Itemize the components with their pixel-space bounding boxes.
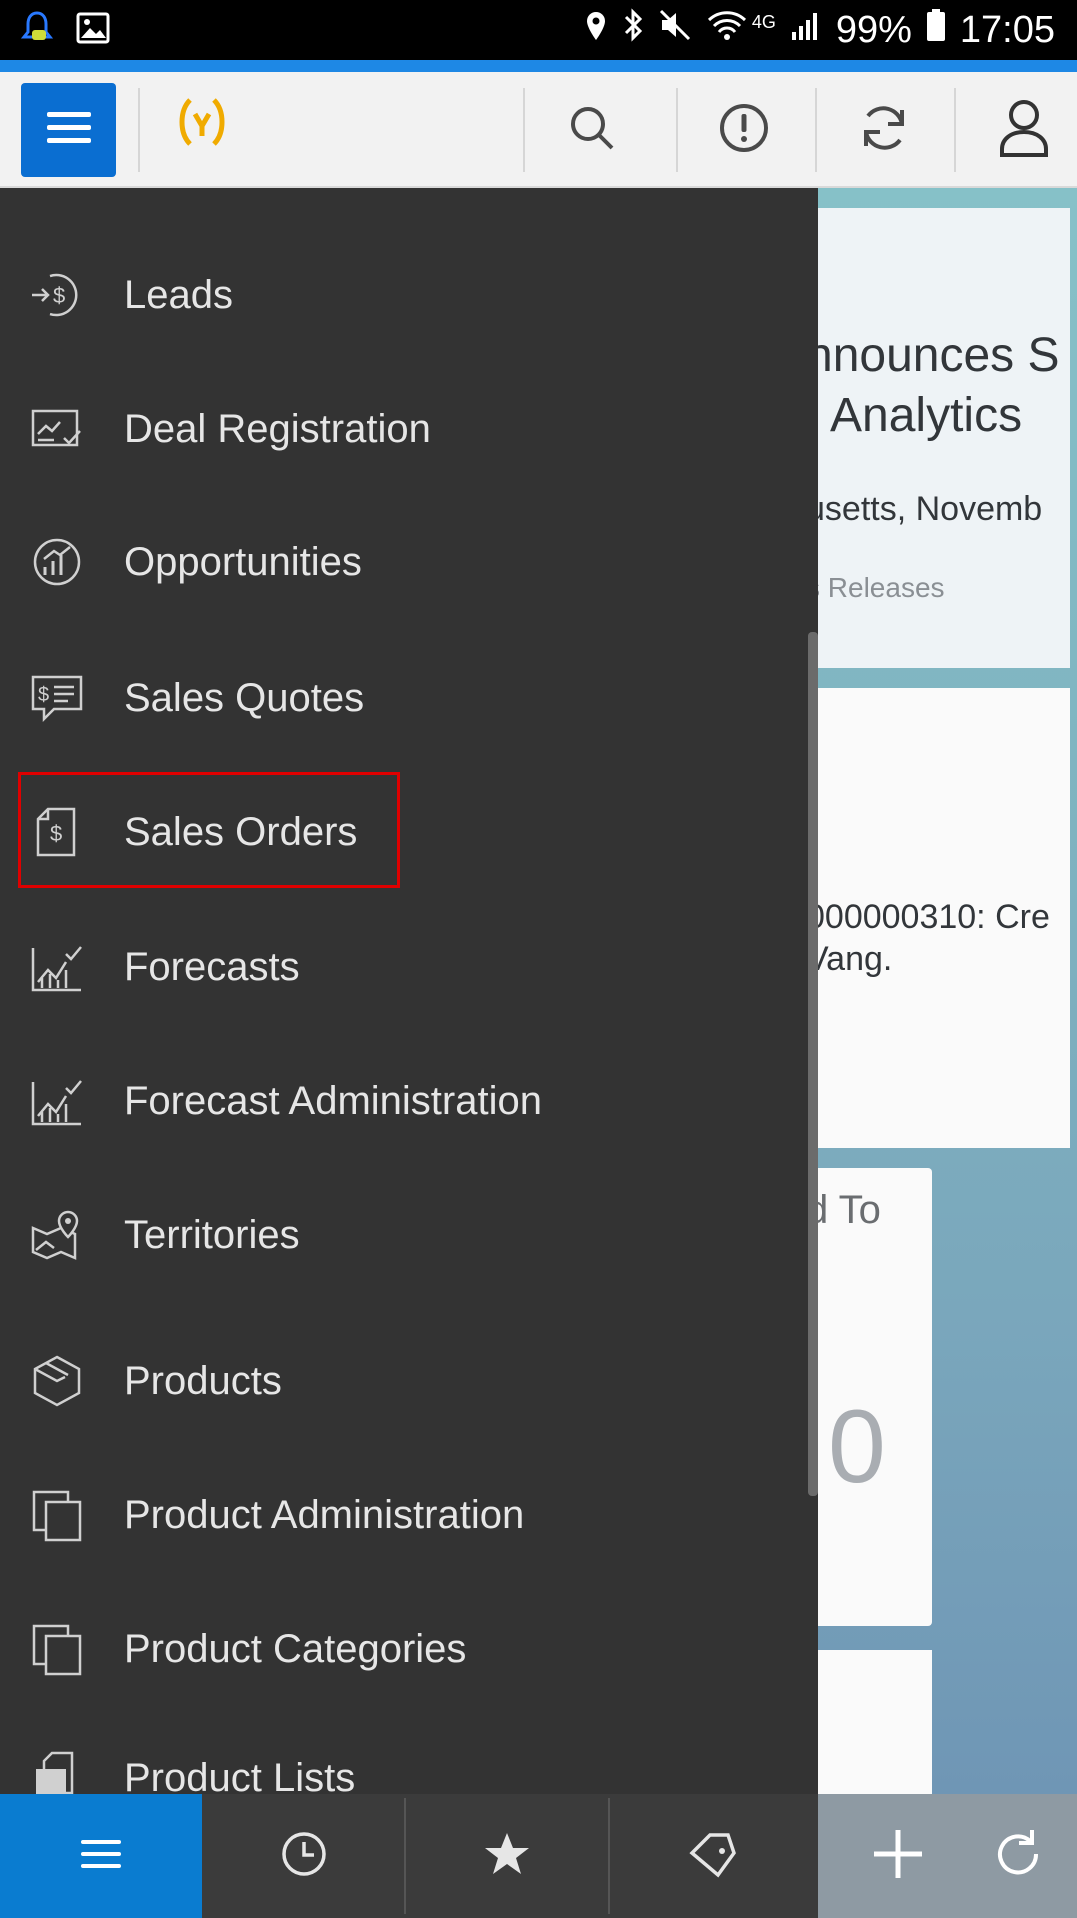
news-title-line1: nnounces S xyxy=(818,329,1060,382)
sync-icon xyxy=(858,102,910,159)
nav-item-label: Leads xyxy=(124,272,233,317)
recent-button[interactable] xyxy=(204,1794,404,1918)
nav-item-product-administration[interactable]: Product Administration xyxy=(0,1455,808,1575)
header-divider xyxy=(676,88,678,172)
profile-button[interactable] xyxy=(990,96,1058,164)
app-logo[interactable] xyxy=(178,94,226,161)
add-button[interactable] xyxy=(848,1794,948,1918)
nav-item-forecasts[interactable]: Forecasts xyxy=(0,907,808,1027)
product-categories-icon xyxy=(30,1622,84,1676)
opportunities-icon xyxy=(30,535,84,589)
alerts-button[interactable] xyxy=(710,96,778,164)
nav-item-label: Product Administration xyxy=(124,1492,525,1537)
nav-item-label: Sales Quotes xyxy=(124,675,365,720)
nav-item-sales-quotes[interactable]: $ Sales Quotes xyxy=(0,638,808,758)
favorites-button[interactable] xyxy=(406,1794,608,1918)
drawer-scrollbar[interactable] xyxy=(808,632,818,1496)
nav-item-products[interactable]: Products xyxy=(0,1321,808,1441)
status-bar: 4G 99% 17:05 xyxy=(0,0,1077,60)
news-source: s Releases xyxy=(818,572,945,603)
nav-item-leads[interactable]: $ Leads xyxy=(0,235,808,355)
tags-icon xyxy=(688,1829,738,1884)
refresh-button[interactable] xyxy=(968,1794,1068,1918)
deal-registration-icon xyxy=(30,402,84,456)
nav-item-sales-orders[interactable]: $ Sales Orders xyxy=(0,772,808,892)
bluetooth-icon xyxy=(622,8,644,52)
menu-button[interactable] xyxy=(21,83,116,177)
accent-line xyxy=(0,60,1077,72)
svg-text:$: $ xyxy=(50,821,62,846)
tags-button[interactable] xyxy=(610,1794,816,1918)
battery-icon xyxy=(926,8,946,52)
forecasts-icon xyxy=(30,940,84,994)
news-card[interactable]: nnounces S , Analytics usetts, Novemb s … xyxy=(818,208,1070,668)
alert-icon xyxy=(718,102,770,159)
svg-text:$: $ xyxy=(53,283,65,308)
kpi-title: d To xyxy=(818,1188,881,1232)
app-header xyxy=(0,72,1077,188)
signal-icon xyxy=(790,9,822,52)
search-icon xyxy=(568,104,616,157)
hamburger-icon xyxy=(45,108,93,153)
bottom-menu-button[interactable] xyxy=(0,1794,202,1918)
kpi-value: 0 xyxy=(828,1389,886,1505)
nav-item-product-lists[interactable]: Product Lists xyxy=(0,1718,808,1794)
home-content: nnounces S , Analytics usetts, Novemb s … xyxy=(818,188,1077,1794)
header-divider xyxy=(523,88,525,172)
location-icon xyxy=(584,9,608,52)
sales-quotes-icon: $ xyxy=(30,671,84,725)
navigation-drawer: $ Leads Deal Registration Opportunities … xyxy=(0,188,818,1794)
nav-item-forecast-administration[interactable]: Forecast Administration xyxy=(0,1041,808,1161)
favorites-icon xyxy=(483,1831,531,1882)
battery-percent: 99% xyxy=(835,8,912,51)
user-icon xyxy=(999,98,1049,163)
mute-icon xyxy=(658,8,692,52)
bottom-actions xyxy=(818,1794,1077,1918)
header-divider xyxy=(815,88,817,172)
nav-item-product-categories[interactable]: Product Categories xyxy=(0,1589,808,1709)
leads-icon: $ xyxy=(30,268,84,322)
header-divider xyxy=(954,88,956,172)
product-admin-icon xyxy=(30,1488,84,1542)
nav-item-territories[interactable]: Territories xyxy=(0,1175,808,1295)
network-type: 4G xyxy=(751,11,776,32)
recent-icon xyxy=(280,1830,328,1883)
nav-item-label: Forecast Administration xyxy=(124,1078,542,1123)
gallery-icon xyxy=(76,12,110,49)
activity-card[interactable]: 000000310: Cre Vang. xyxy=(818,688,1070,1148)
wifi-icon xyxy=(706,8,748,52)
news-title-line2: , Analytics xyxy=(818,389,1023,442)
tile[interactable] xyxy=(818,1650,932,1794)
nav-item-deal-registration[interactable]: Deal Registration xyxy=(0,369,808,489)
territories-icon xyxy=(30,1208,84,1262)
product-lists-icon xyxy=(30,1751,84,1794)
nav-item-label: Territories xyxy=(124,1212,300,1257)
refresh-icon xyxy=(990,1826,1046,1887)
nav-item-label: Deal Registration xyxy=(124,406,431,451)
bottom-toolbar xyxy=(0,1794,1077,1918)
activity-text-line2: Vang. xyxy=(818,940,893,978)
clock-time: 17:05 xyxy=(959,8,1055,51)
nav-item-label: Opportunities xyxy=(124,539,362,584)
search-button[interactable] xyxy=(558,96,626,164)
forecast-admin-icon xyxy=(30,1074,84,1128)
svg-text:$: $ xyxy=(38,684,49,706)
kpi-tile[interactable]: d To 0 xyxy=(818,1168,932,1626)
menu-icon xyxy=(79,1836,123,1877)
sales-orders-icon: $ xyxy=(30,805,84,859)
nav-item-label: Forecasts xyxy=(124,944,300,989)
nav-item-label: Sales Orders xyxy=(124,809,358,854)
nav-item-label: Product Lists xyxy=(124,1755,356,1795)
products-icon xyxy=(30,1354,84,1408)
activity-text-line1: 000000310: Cre xyxy=(818,898,1050,936)
notification-app-icon xyxy=(20,10,54,51)
news-subtitle: usetts, Novemb xyxy=(818,490,1043,528)
nav-item-opportunities[interactable]: Opportunities xyxy=(0,502,808,622)
header-divider xyxy=(138,88,140,172)
sync-button[interactable] xyxy=(850,96,918,164)
nav-item-label: Product Categories xyxy=(124,1626,467,1671)
nav-item-label: Products xyxy=(124,1358,282,1403)
add-icon xyxy=(870,1826,926,1887)
